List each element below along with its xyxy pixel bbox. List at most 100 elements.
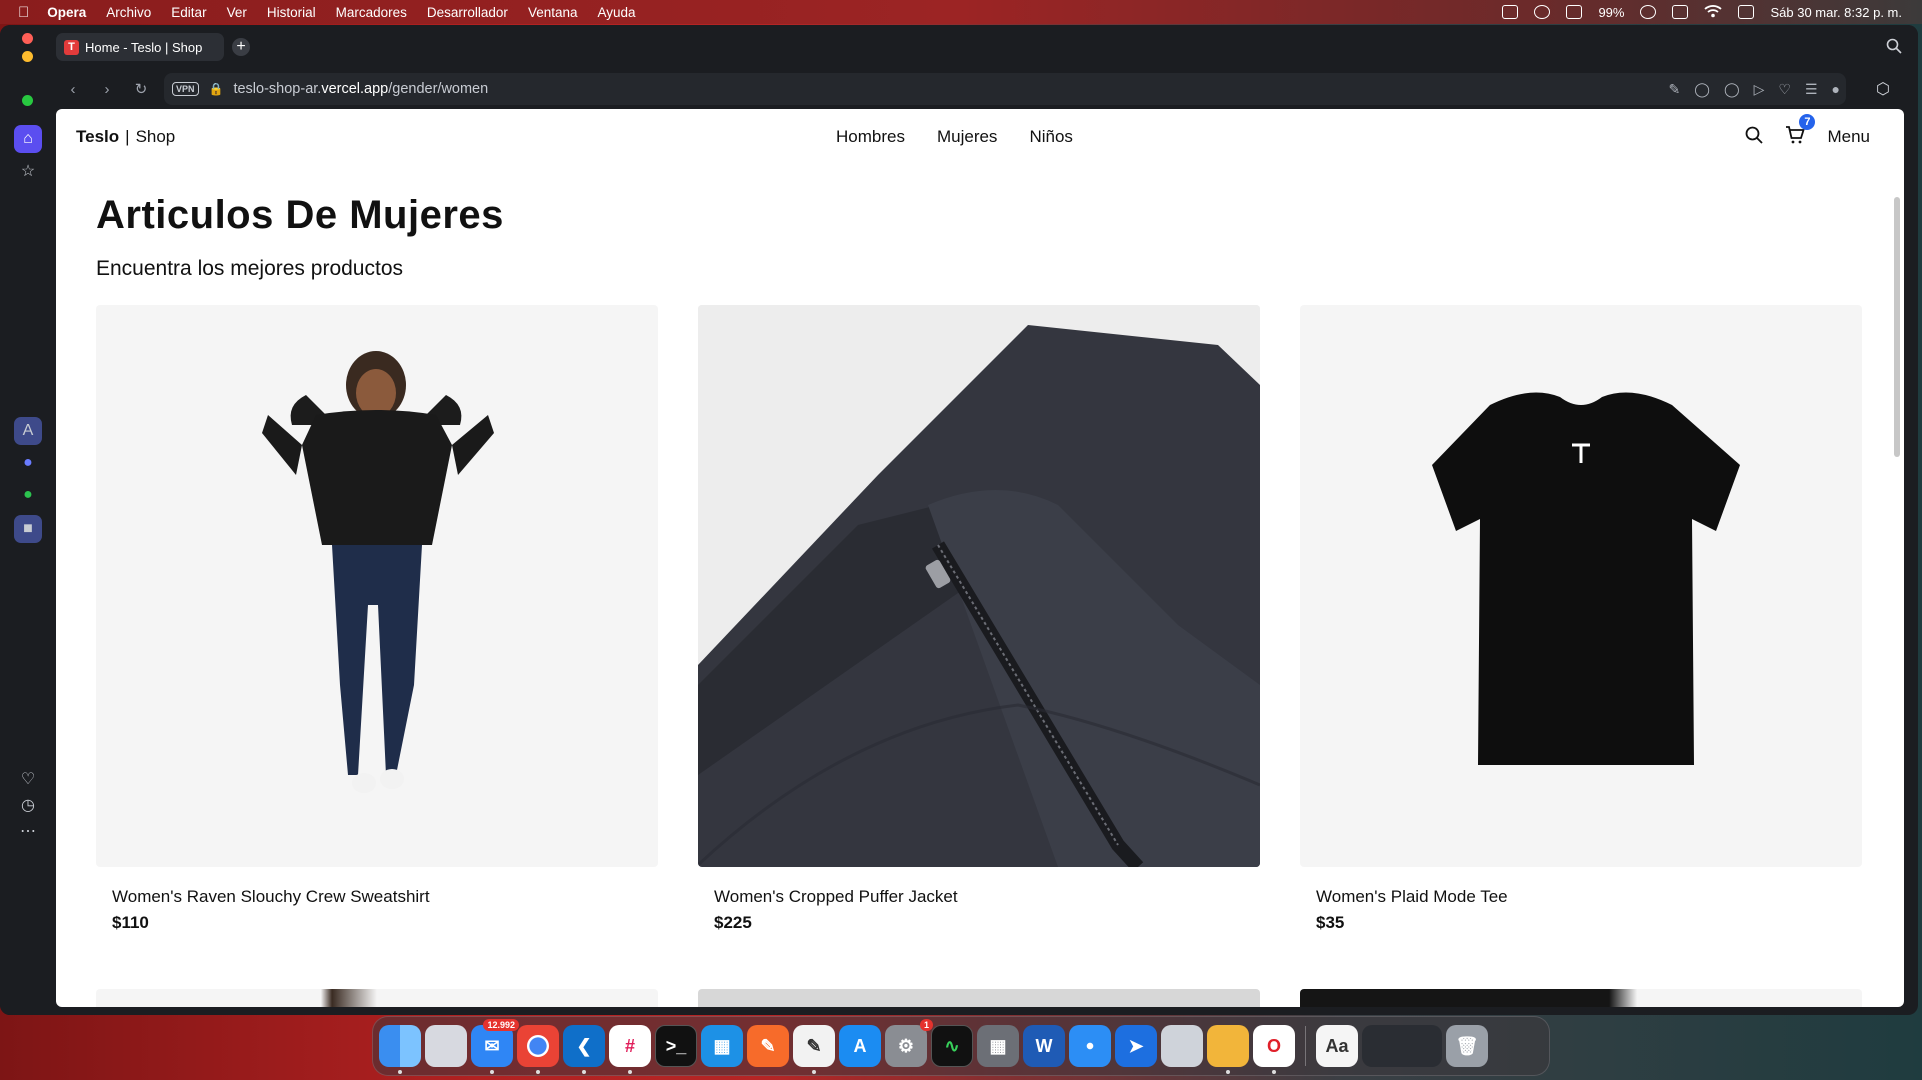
back-button[interactable]: ‹ (56, 81, 90, 98)
launchpad-icon[interactable] (425, 1025, 467, 1067)
messenger-icon[interactable]: ● (14, 449, 42, 477)
opera-icon[interactable]: O (1253, 1025, 1295, 1074)
cart-count-badge: 7 (1799, 113, 1816, 130)
vscode-icon[interactable]: ❮ (563, 1025, 605, 1074)
new-tab-button[interactable]: + (232, 38, 250, 56)
system-settings-icon[interactable]: ⚙ 1 (885, 1019, 933, 1067)
font-book-icon[interactable]: Aa (1316, 1025, 1358, 1067)
menu-ventana[interactable]: Ventana (528, 5, 578, 20)
nav-mujeres[interactable]: Mujeres (937, 127, 997, 147)
aria-icon[interactable]: A (14, 417, 42, 445)
cube-icon[interactable]: ⬡ (1876, 79, 1890, 99)
page-scrollbar[interactable] (1894, 197, 1900, 457)
heart-sidebar-icon[interactable]: ♡ (14, 765, 42, 793)
heart-icon[interactable]: ♡ (1778, 81, 1791, 98)
postman-icon[interactable]: ✎ (747, 1025, 789, 1067)
menu-archivo[interactable]: Archivo (106, 5, 151, 20)
url-field[interactable]: VPN 🔒 teslo-shop-ar.vercel.app/gender/wo… (164, 73, 1846, 105)
play-icon[interactable] (1640, 5, 1657, 19)
menu-app-name[interactable]: Opera (47, 5, 86, 20)
apple-icon[interactable]:  (18, 4, 29, 21)
settings-badge: 1 (919, 1019, 933, 1031)
url-text[interactable]: teslo-shop-ar.vercel.app/gender/women (233, 81, 488, 97)
finder-icon[interactable] (379, 1025, 421, 1074)
search-icon[interactable] (1745, 126, 1764, 149)
product-card[interactable]: Women's Plaid Mode Tee $35 (1300, 305, 1862, 933)
menu-historial[interactable]: Historial (267, 5, 316, 20)
vpn-badge[interactable]: VPN (172, 82, 199, 96)
remote-desktop-icon[interactable]: ➤ (1115, 1025, 1157, 1067)
opera-sidebar: ⌂ ☆ A ● ● ■ ♡ ◷ ⋯ (0, 109, 56, 1015)
star-icon[interactable]: ☆ (14, 157, 42, 185)
edit-icon[interactable]: ✎ (1669, 81, 1681, 98)
trash-icon[interactable]: 🗑 (1446, 1025, 1488, 1067)
menu-button[interactable]: Menu (1827, 127, 1870, 147)
product-name[interactable]: Women's Plaid Mode Tee (1300, 887, 1862, 907)
web-page: Teslo | Shop Hombres Mujeres Niños 7 Menu … (56, 109, 1904, 1007)
product-name[interactable]: Women's Raven Slouchy Crew Sweatshirt (96, 887, 658, 907)
docker-icon[interactable]: ▦ (701, 1025, 743, 1067)
list-icon[interactable]: ☰ (1805, 81, 1818, 98)
battery-icon[interactable] (1672, 5, 1689, 19)
product-image-sweatshirt[interactable] (96, 305, 658, 867)
menu-ayuda[interactable]: Ayuda (598, 5, 636, 20)
calculator-icon[interactable]: ▦ (977, 1025, 1019, 1067)
screen-share-icon[interactable] (1502, 5, 1519, 19)
mail-icon[interactable]: ✉ 12.992 (471, 1019, 519, 1074)
home-icon[interactable]: ⌂ (14, 125, 42, 153)
tab-search-icon[interactable] (1886, 38, 1902, 59)
extension-icon[interactable]: ■ (14, 515, 42, 543)
macos-menu-bar:  Opera Archivo Editar Ver Historial Mar… (0, 0, 1922, 24)
product-name[interactable]: Women's Cropped Puffer Jacket (698, 887, 1260, 907)
more-icon[interactable]: ⋯ (14, 817, 42, 845)
menu-editar[interactable]: Editar (171, 5, 206, 20)
sketch-icon[interactable] (1207, 1025, 1249, 1074)
grammarly-icon[interactable] (1534, 5, 1551, 19)
textedit-icon[interactable]: ✎ (793, 1025, 835, 1074)
shield-icon[interactable]: ◯ (1724, 81, 1740, 98)
product-card-partial[interactable] (1300, 989, 1862, 1007)
shop-logo[interactable]: Teslo | Shop (76, 127, 175, 147)
camera-icon[interactable]: ◯ (1694, 81, 1710, 98)
cart-button[interactable]: 7 (1785, 113, 1816, 149)
whatsapp-icon[interactable]: ● (14, 481, 42, 509)
product-card-partial[interactable] (698, 989, 1260, 1007)
menu-clock[interactable]: Sáb 30 mar. 8:32 p. m. (1770, 5, 1902, 20)
keyboard-icon[interactable] (1566, 5, 1583, 19)
profile-icon[interactable]: ● (1832, 81, 1840, 98)
history-icon[interactable]: ◷ (14, 791, 42, 819)
activity-monitor-icon[interactable]: ∿ (931, 1025, 973, 1067)
product-card[interactable]: Women's Raven Slouchy Crew Sweatshirt $1… (96, 305, 658, 933)
menu-marcadores[interactable]: Marcadores (336, 5, 407, 20)
green-window-button[interactable] (22, 95, 33, 106)
macos-dock: ✉ 12.992 ❮ # >_ ▦ ✎ ✎ A ⚙ 1 ∿ ▦ W ➤ O Aa 🗑 (372, 1016, 1550, 1076)
chrome-icon[interactable] (517, 1025, 559, 1074)
close-window-button[interactable] (22, 33, 33, 44)
app-store-icon[interactable]: A (839, 1025, 881, 1067)
reload-button[interactable]: ↻ (124, 80, 158, 98)
wifi-icon[interactable] (1704, 4, 1723, 21)
page-subtitle: Encuentra los mejores productos (96, 257, 403, 280)
product-image-puffer-jacket[interactable] (698, 305, 1260, 867)
nav-hombres[interactable]: Hombres (836, 127, 905, 147)
terminal-icon[interactable]: >_ (655, 1025, 697, 1067)
product-image-tee[interactable] (1300, 305, 1862, 867)
page-title: Articulos De Mujeres (96, 193, 504, 237)
preview-icon[interactable] (1161, 1025, 1203, 1067)
safari-icon[interactable] (1069, 1025, 1111, 1067)
nav-ninos[interactable]: Niños (1029, 127, 1072, 147)
lock-icon[interactable]: 🔒 (209, 82, 224, 96)
tab-bar: T Home - Teslo | Shop + (0, 25, 1918, 69)
send-icon[interactable]: ▷ (1754, 81, 1765, 98)
product-card[interactable]: Women's Cropped Puffer Jacket $225 (698, 305, 1260, 933)
menu-ver[interactable]: Ver (227, 5, 247, 20)
forward-button[interactable]: › (90, 81, 124, 98)
tab-home[interactable]: T Home - Teslo | Shop (56, 33, 224, 61)
slack-icon[interactable]: # (609, 1025, 651, 1074)
product-card-partial[interactable] (96, 989, 658, 1007)
minimize-window-button[interactable] (22, 51, 33, 62)
control-center-icon[interactable] (1738, 5, 1755, 19)
menu-desarrollador[interactable]: Desarrollador (427, 5, 508, 20)
word-icon[interactable]: W (1023, 1025, 1065, 1067)
minimized-window-thumbnail[interactable] (1362, 1025, 1442, 1067)
